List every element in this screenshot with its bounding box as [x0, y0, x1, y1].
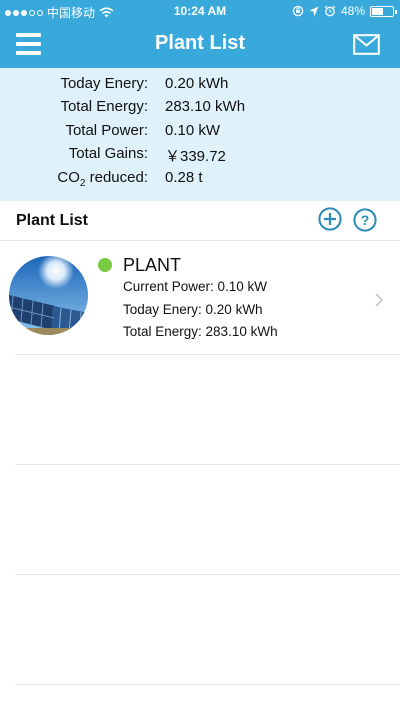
summary-label: CO2 reduced:: [57, 169, 148, 189]
plant-current-power: Current Power: 0.10 kW: [123, 279, 268, 294]
status-right: 48%: [292, 4, 397, 18]
summary-value: 283.10 kWh: [165, 98, 246, 115]
row-divider: [15, 464, 400, 465]
summary-value: ￥339.72: [165, 148, 226, 165]
status-bar: 中国移动 10:24 AM 48%: [0, 0, 400, 22]
location-icon: [309, 6, 319, 16]
battery-level: [372, 7, 383, 15]
add-circle-icon[interactable]: [318, 207, 342, 231]
plant-status-dot: [98, 258, 112, 272]
plant-total-energy: Total Energy: 283.10 kWh: [123, 324, 278, 339]
co2-label-suffix: reduced:: [85, 169, 148, 186]
battery-percent: 48%: [340, 4, 365, 18]
summary-label: Total Gains:: [68, 145, 148, 162]
summary-label: Total Power:: [65, 122, 148, 139]
summary-row-total-gains: Total Gains: ￥339.72: [0, 145, 400, 167]
summary-value: 0.10 kW: [165, 122, 221, 139]
co2-label-prefix: CO: [57, 169, 80, 186]
plant-thumbnail: [9, 256, 88, 335]
summary-row-today-energy: Today Enery: 0.20 kWh: [0, 75, 400, 97]
row-divider: [15, 684, 400, 685]
row-divider: [15, 574, 400, 575]
svg-text:?: ?: [361, 212, 370, 228]
summary-value: 0.28 t: [165, 169, 203, 186]
help-circle-icon[interactable]: ?: [353, 208, 377, 232]
energy-summary: Today Enery: 0.20 kWh Total Energy: 283.…: [0, 68, 400, 201]
app-header: 中国移动 10:24 AM 48% Plant List: [0, 0, 400, 68]
summary-label: Today Enery:: [60, 75, 148, 92]
summary-row-co2-reduced: CO2 reduced: 0.28 t: [0, 169, 400, 191]
plant-name: PLANT: [123, 255, 182, 275]
rotation-lock-icon: [292, 5, 304, 17]
chevron-right-icon[interactable]: [374, 292, 384, 308]
summary-row-total-energy: Total Energy: 283.10 kWh: [0, 98, 400, 120]
plant-today-energy: Today Enery: 0.20 kWh: [123, 302, 263, 317]
summary-value: 0.20 kWh: [165, 75, 229, 92]
nav-bar: Plant List: [0, 22, 400, 68]
mail-icon[interactable]: [353, 34, 380, 55]
plant-list-title: Plant List: [16, 212, 89, 229]
summary-row-total-power: Total Power: 0.10 kW: [0, 122, 400, 144]
row-divider: [15, 354, 400, 355]
page-title: Plant List: [154, 32, 245, 54]
summary-label: Total Energy:: [60, 98, 148, 115]
battery-icon: [370, 5, 397, 17]
alarm-icon: [324, 5, 336, 17]
